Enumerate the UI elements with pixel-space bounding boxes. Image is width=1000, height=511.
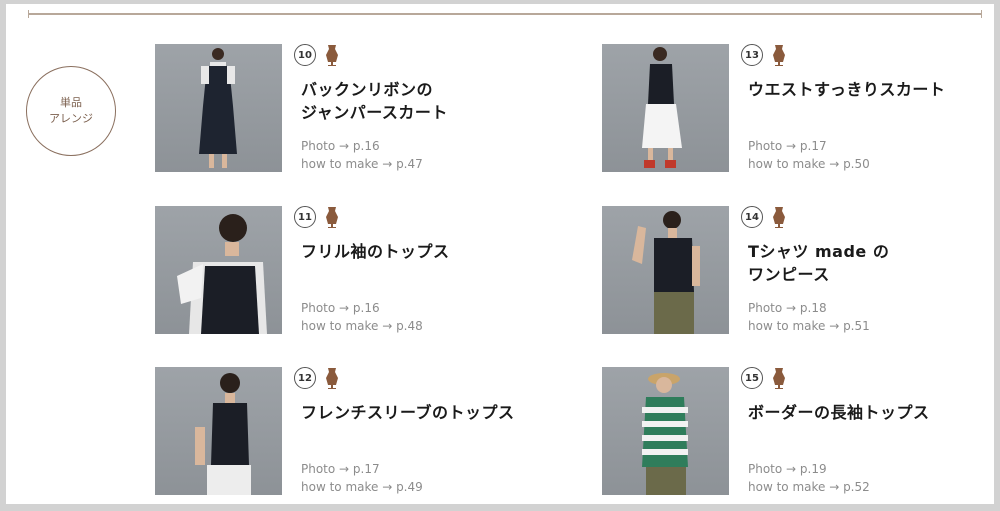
item-title-line-2: ワンピース bbox=[748, 265, 830, 284]
photo-page-ref[interactable]: Photo → p.16 bbox=[301, 300, 380, 316]
item-title[interactable]: ボーダーの長袖トップス bbox=[748, 401, 988, 424]
dress-form-icon bbox=[773, 368, 785, 389]
list-item[interactable]: 10 バックンリボンの ジャンパースカート Photo → p.16 how t… bbox=[155, 44, 535, 174]
badge-line-1: 単品 bbox=[60, 96, 82, 109]
howto-page-ref[interactable]: how to make → p.51 bbox=[748, 318, 870, 334]
photo-page-ref[interactable]: Photo → p.17 bbox=[301, 461, 380, 477]
model-photo-figure bbox=[632, 211, 700, 334]
model-photo-figure bbox=[177, 214, 267, 334]
item-photo[interactable] bbox=[155, 44, 282, 172]
model-photo-figure bbox=[642, 373, 688, 495]
item-title-line-1: Tシャツ made の bbox=[748, 242, 890, 261]
model-photo-figure bbox=[195, 373, 251, 495]
list-item[interactable]: 11 フリル袖のトップス Photo → p.16 how to make → … bbox=[155, 206, 535, 336]
dress-form-icon bbox=[326, 45, 338, 66]
item-title-line-1: フレンチスリーブのトップス bbox=[301, 403, 515, 422]
photo-page-ref[interactable]: Photo → p.19 bbox=[748, 461, 827, 477]
model-photo-figure bbox=[199, 48, 237, 168]
catalog-page: 単品 アレンジ 10 バックンリボンの ジャンパースカート Photo → p.… bbox=[6, 4, 994, 504]
item-photo[interactable] bbox=[602, 367, 729, 495]
item-title[interactable]: バックンリボンの ジャンパースカート bbox=[301, 78, 541, 124]
item-photo[interactable] bbox=[602, 206, 729, 334]
item-title-line-1: ボーダーの長袖トップス bbox=[748, 403, 930, 422]
dress-form-icon bbox=[326, 207, 338, 228]
item-photo[interactable] bbox=[602, 44, 729, 172]
list-item[interactable]: 15 ボーダーの長袖トップス Photo → p.19 how to make … bbox=[602, 367, 982, 497]
category-badge: 単品 アレンジ bbox=[26, 66, 116, 156]
item-number: 12 bbox=[294, 367, 316, 389]
item-photo[interactable] bbox=[155, 367, 282, 495]
photo-page-ref[interactable]: Photo → p.16 bbox=[301, 138, 380, 154]
dress-form-icon bbox=[773, 207, 785, 228]
dress-form-icon bbox=[773, 45, 785, 66]
item-photo[interactable] bbox=[155, 206, 282, 334]
item-title[interactable]: ウエストすっきりスカート bbox=[748, 78, 988, 101]
badge-line-2: アレンジ bbox=[49, 112, 93, 125]
item-number: 13 bbox=[741, 44, 763, 66]
item-title-line-1: フリル袖のトップス bbox=[301, 242, 450, 261]
howto-page-ref[interactable]: how to make → p.47 bbox=[301, 156, 423, 172]
photo-page-ref[interactable]: Photo → p.17 bbox=[748, 138, 827, 154]
model-photo-figure bbox=[642, 47, 682, 168]
item-title[interactable]: Tシャツ made の ワンピース bbox=[748, 240, 988, 286]
item-number: 11 bbox=[294, 206, 316, 228]
howto-page-ref[interactable]: how to make → p.49 bbox=[301, 479, 423, 495]
item-number: 15 bbox=[741, 367, 763, 389]
list-item[interactable]: 14 Tシャツ made の ワンピース Photo → p.18 how to… bbox=[602, 206, 982, 336]
top-rule bbox=[28, 10, 982, 18]
howto-page-ref[interactable]: how to make → p.48 bbox=[301, 318, 423, 334]
list-item[interactable]: 13 ウエストすっきりスカート Photo → p.17 how to make… bbox=[602, 44, 982, 174]
list-item[interactable]: 12 フレンチスリーブのトップス Photo → p.17 how to mak… bbox=[155, 367, 535, 497]
item-title-line-1: バックンリボンの bbox=[301, 80, 434, 99]
photo-page-ref[interactable]: Photo → p.18 bbox=[748, 300, 827, 316]
item-title-line-1: ウエストすっきりスカート bbox=[748, 80, 946, 99]
item-number: 10 bbox=[294, 44, 316, 66]
item-title[interactable]: フレンチスリーブのトップス bbox=[301, 401, 541, 424]
item-number: 14 bbox=[741, 206, 763, 228]
howto-page-ref[interactable]: how to make → p.50 bbox=[748, 156, 870, 172]
dress-form-icon bbox=[326, 368, 338, 389]
item-title[interactable]: フリル袖のトップス bbox=[301, 240, 541, 263]
item-title-line-2: ジャンパースカート bbox=[301, 103, 448, 122]
howto-page-ref[interactable]: how to make → p.52 bbox=[748, 479, 870, 495]
